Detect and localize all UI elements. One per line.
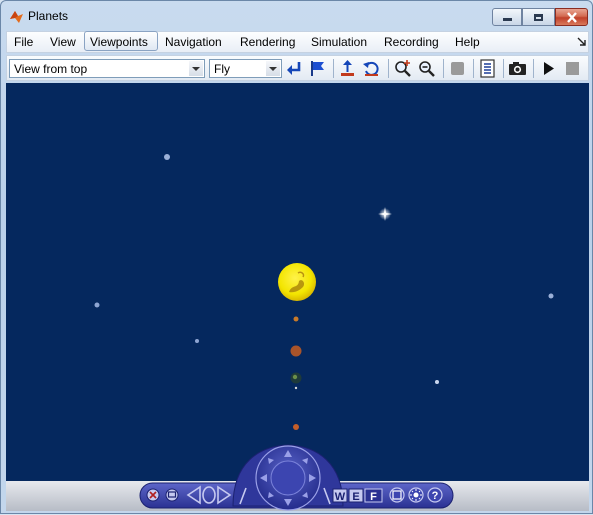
menu-navigation[interactable]: Navigation — [165, 35, 222, 49]
play-icon[interactable] — [539, 59, 558, 78]
toolbar: View from top Fly — [6, 55, 589, 81]
star — [548, 293, 554, 299]
camera-icon[interactable] — [508, 59, 527, 78]
chevron-down-icon — [189, 61, 203, 76]
maximize-button[interactable] — [522, 8, 555, 26]
menu-overflow-icon[interactable] — [577, 37, 586, 46]
toolbar-separator — [443, 59, 444, 78]
star — [195, 339, 199, 343]
stop-icon[interactable] — [563, 59, 582, 78]
title-bar[interactable]: Planets — [1, 1, 592, 31]
toolbar-separator — [333, 59, 334, 78]
menu-file[interactable]: File — [14, 35, 33, 49]
matlab-app-icon — [10, 11, 23, 23]
close-button[interactable] — [555, 8, 588, 26]
zoom-in-icon[interactable] — [393, 59, 412, 78]
toolbar-separator — [533, 59, 534, 78]
minimize-button[interactable] — [492, 8, 522, 26]
flag-icon[interactable] — [308, 59, 327, 78]
planet-mars — [293, 424, 299, 430]
menu-help[interactable]: Help — [455, 35, 480, 49]
viewpoint-select[interactable]: View from top — [9, 59, 205, 78]
minimize-icon — [502, 18, 512, 21]
3d-viewport[interactable] — [6, 83, 589, 481]
close-icon — [566, 11, 577, 23]
undo-move-icon[interactable] — [362, 59, 381, 78]
sun — [278, 263, 316, 301]
menu-view[interactable]: View — [50, 35, 76, 49]
navigation-mode-select[interactable]: Fly — [209, 59, 282, 78]
planet-venus — [290, 345, 302, 357]
chevron-down-icon — [266, 61, 280, 76]
toolbar-separator — [473, 59, 474, 78]
viewport-bottom-strip — [6, 481, 589, 511]
window-title: Planets — [28, 9, 69, 23]
star — [94, 302, 100, 308]
navigation-mode-value: Fly — [214, 62, 230, 76]
menu-viewpoints[interactable]: Viewpoints — [90, 35, 148, 49]
maximize-icon — [534, 13, 543, 21]
zoom-out-icon[interactable] — [417, 59, 436, 78]
straighten-up-icon[interactable] — [338, 59, 357, 78]
toolbar-separator — [388, 59, 389, 78]
app-window: Planets File View Viewpoints Navigation … — [0, 0, 593, 514]
toolbar-separator — [503, 59, 504, 78]
record-icon[interactable] — [448, 59, 467, 78]
star — [435, 380, 439, 384]
planet-moon — [294, 386, 298, 390]
menu-rendering[interactable]: Rendering — [240, 35, 295, 49]
viewpoint-select-value: View from top — [14, 62, 88, 76]
planet-mercury — [293, 316, 299, 322]
list-icon[interactable] — [478, 59, 497, 78]
menu-recording[interactable]: Recording — [384, 35, 439, 49]
return-icon[interactable] — [285, 59, 304, 78]
menu-bar: File View Viewpoints Navigation Renderin… — [6, 31, 589, 53]
star — [164, 154, 170, 160]
planet-earth — [290, 372, 302, 384]
menu-simulation[interactable]: Simulation — [311, 35, 367, 49]
planets-scene — [6, 83, 589, 481]
